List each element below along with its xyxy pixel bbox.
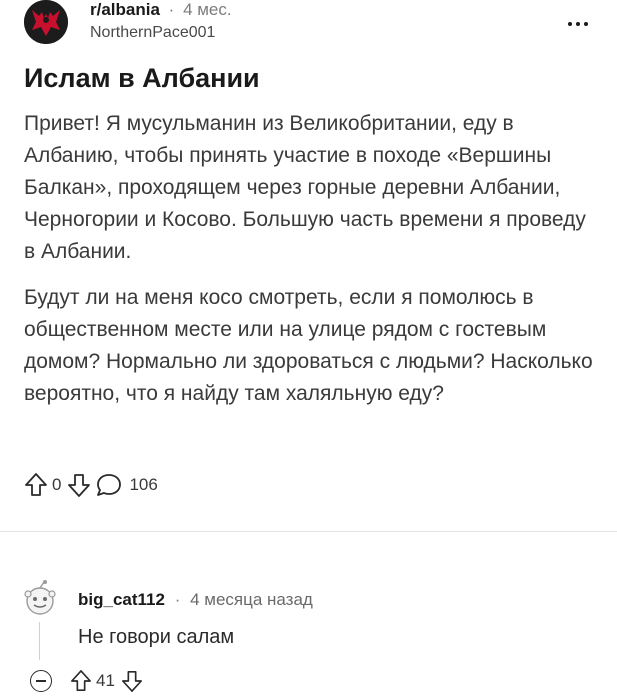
comment-vote-count: 41	[96, 671, 115, 690]
comment-author[interactable]: big_cat112	[78, 590, 165, 609]
downvote-arrow-icon	[68, 474, 91, 497]
post-author[interactable]: NorthernPace001	[90, 24, 215, 42]
post-actions: 0 106	[24, 470, 164, 500]
minus-icon	[36, 680, 46, 682]
upvote-arrow-icon	[71, 670, 91, 691]
post-paragraph: Привет! Я мусульманин из Великобритании,…	[24, 112, 586, 263]
separator-dot: ·	[168, 0, 175, 19]
thread-line[interactable]	[39, 622, 40, 660]
downvote-button[interactable]	[67, 472, 91, 498]
comment-count: 106	[129, 475, 158, 494]
downvote-arrow-icon	[121, 671, 142, 692]
comment-actions: 41	[30, 667, 143, 695]
vote-count: 0	[52, 475, 62, 494]
comment-downvote-button[interactable]	[121, 669, 143, 693]
upvote-button[interactable]	[24, 472, 48, 498]
comment-avatar[interactable]	[20, 579, 60, 619]
subreddit-name[interactable]: r/albania	[90, 0, 160, 19]
albania-eagle-icon	[24, 0, 68, 44]
post-body: Привет! Я мусульманин из Великобритании,…	[24, 108, 594, 424]
divider	[0, 531, 617, 532]
ellipsis-icon	[568, 22, 572, 26]
post-time: 4 мес.	[183, 0, 232, 19]
comment-text: Не говори салам	[78, 626, 235, 648]
comments-button[interactable]: 106	[95, 472, 163, 498]
comment-time: 4 месяца назад	[190, 590, 313, 609]
comment-bubble-icon	[97, 474, 122, 496]
comment-upvote-button[interactable]	[70, 669, 92, 693]
post-title: Ислам в Албании	[24, 63, 260, 93]
post-header: r/albania · 4 мес. NorthernPace001	[24, 0, 594, 50]
more-options-button[interactable]	[564, 18, 592, 30]
subreddit-avatar[interactable]	[24, 0, 68, 44]
ellipsis-icon	[584, 22, 588, 26]
ellipsis-icon	[576, 22, 580, 26]
post-paragraph: Будут ли на меня косо смотреть, если я п…	[24, 286, 593, 405]
separator-dot: ·	[174, 590, 181, 609]
comment-meta: big_cat112 · 4 месяца назад	[78, 590, 313, 610]
subreddit-line: r/albania · 4 мес.	[90, 0, 232, 20]
snoo-avatar-icon	[24, 580, 56, 615]
upvote-arrow-icon	[25, 473, 47, 496]
collapse-thread-button[interactable]	[30, 670, 52, 692]
